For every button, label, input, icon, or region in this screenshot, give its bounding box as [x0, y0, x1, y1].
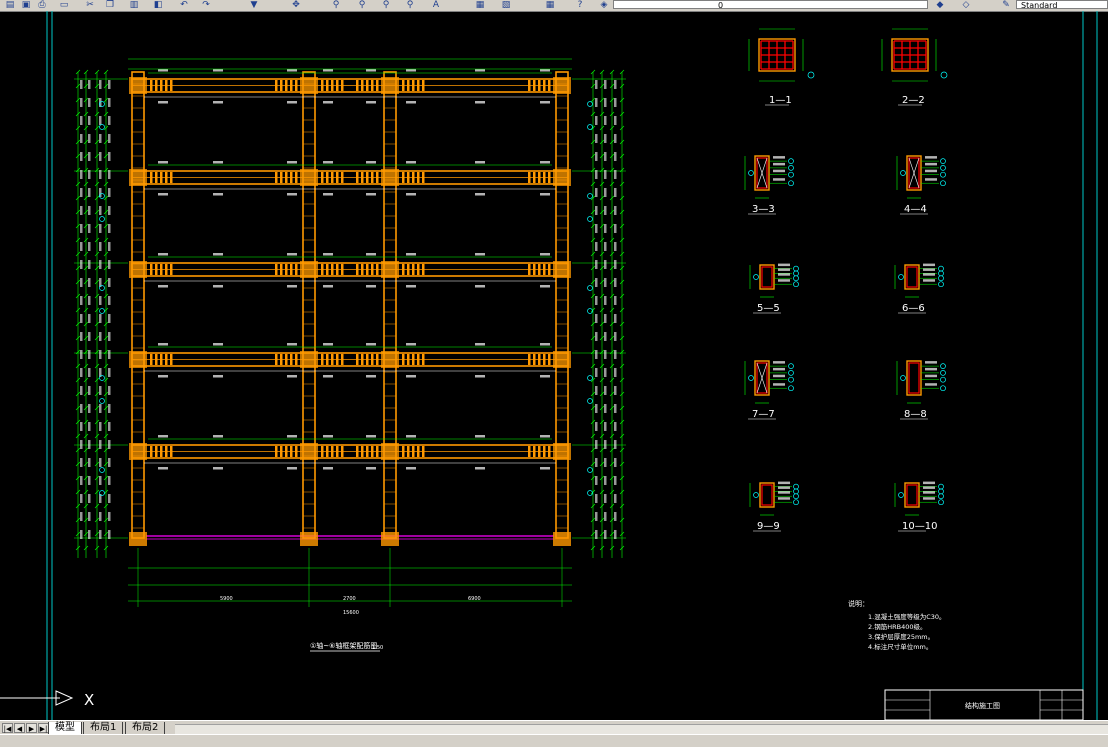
- section-details: 1—1 2—2 3—3 4—4 5—5 6—6 7—7 8—8 9—9 10—10: [744, 28, 948, 532]
- note-line-1: 1.混凝土强度等级为C30。: [868, 612, 946, 621]
- section-9-9: 9—9: [749, 481, 799, 532]
- frame-elevation: [74, 58, 626, 607]
- calculator-icon[interactable]: ▦: [544, 0, 556, 10]
- copy-icon[interactable]: ❐: [104, 0, 116, 10]
- section-label: 10—10: [902, 521, 937, 532]
- paste-icon[interactable]: ▥: [128, 0, 140, 10]
- ucs-x-label: X: [84, 691, 94, 709]
- section-label: 6—6: [902, 303, 925, 314]
- section-label: 7—7: [752, 409, 775, 420]
- layout-tabs-bar: |◀ ◀ ▶ ▶| 模型 布局1 布局2: [0, 720, 1108, 735]
- elevation-scale: 1:50: [372, 645, 383, 651]
- section-label: 5—5: [757, 303, 780, 314]
- print-icon[interactable]: ⎙: [36, 0, 48, 10]
- section-label: 3—3: [752, 204, 775, 215]
- zoom-realtime-icon[interactable]: ✥: [290, 0, 302, 10]
- zoom-window-icon[interactable]: ⚲: [330, 0, 342, 10]
- note-line-4: 4.标注尺寸单位mm。: [868, 642, 932, 651]
- title-block: 结构施工图: [884, 689, 1084, 720]
- section-10-10: 10—10: [894, 481, 944, 532]
- section-label: 9—9: [757, 521, 780, 532]
- layer-previous-icon[interactable]: ◆: [934, 0, 946, 10]
- design-center-icon[interactable]: A: [430, 0, 442, 10]
- span-label-3: 6900: [468, 596, 481, 602]
- redo-icon[interactable]: ↷: [200, 0, 212, 10]
- section-3-3: 3—3: [744, 155, 794, 215]
- save-icon[interactable]: ▣: [20, 0, 32, 10]
- layer-combo[interactable]: 0: [613, 0, 928, 10]
- section-label: 4—4: [904, 204, 927, 215]
- text-style-combo[interactable]: Standard: [1016, 0, 1108, 10]
- tool-palette-icon[interactable]: ▦: [474, 0, 486, 10]
- cut-icon[interactable]: ✂: [84, 0, 96, 10]
- section-label: 8—8: [904, 409, 927, 420]
- properties-icon[interactable]: ⚲: [404, 0, 416, 10]
- drawing-canvas[interactable]: 1—1 2—2 3—3 4—4 5—5 6—6 7—7 8—8 9—9 10—10 说明： 1.混…: [0, 11, 1108, 720]
- section-label: 2—2: [902, 95, 925, 106]
- pan-icon[interactable]: ▼: [248, 0, 260, 10]
- section-8-8: 8—8: [896, 360, 946, 420]
- section-7-7: 7—7: [744, 360, 794, 420]
- section-2-2: 2—2: [881, 28, 948, 106]
- note-line-2: 2.钢筋HRB400级。: [868, 622, 926, 631]
- open-icon[interactable]: ▤: [4, 0, 16, 10]
- section-1-1: 1—1: [748, 28, 815, 106]
- horizontal-scrollbar[interactable]: [175, 724, 1108, 734]
- notes-heading: 说明：: [848, 599, 869, 608]
- layer-manager-icon[interactable]: ◈: [598, 0, 610, 10]
- layer-state-icon[interactable]: ◇: [960, 0, 972, 10]
- section-label: 1—1: [769, 95, 792, 106]
- prev-tab-button[interactable]: ◀: [14, 723, 25, 733]
- span-label-1: 5900: [220, 596, 233, 602]
- section-6-6: 6—6: [894, 263, 944, 314]
- section-4-4: 4—4: [896, 155, 946, 215]
- undo-icon[interactable]: ↶: [178, 0, 190, 10]
- status-bar: [0, 734, 1108, 747]
- text-style-icon[interactable]: ✎: [1000, 0, 1012, 10]
- next-tab-button[interactable]: ▶: [26, 723, 37, 733]
- section-5-5: 5—5: [749, 263, 799, 314]
- total-width-label: 15600: [343, 610, 359, 616]
- design-notes: 说明： 1.混凝土强度等级为C30。 2.钢筋HRB400级。 3.保护层厚度2…: [848, 599, 946, 651]
- note-line-3: 3.保护层厚度25mm。: [868, 632, 934, 641]
- elevation-title: ①轴~⑥轴框架配筋图: [310, 641, 377, 650]
- text-icon[interactable]: ⚲: [380, 0, 392, 10]
- sheet-set-icon[interactable]: ▧: [500, 0, 512, 10]
- first-tab-button[interactable]: |◀: [2, 723, 13, 733]
- zoom-previous-icon[interactable]: ⚲: [356, 0, 368, 10]
- help-icon[interactable]: ?: [574, 0, 586, 10]
- title-block-name: 结构施工图: [965, 701, 1000, 710]
- preview-icon[interactable]: ▭: [58, 0, 70, 10]
- span-label-2: 2700: [343, 596, 356, 602]
- match-icon[interactable]: ◧: [152, 0, 164, 10]
